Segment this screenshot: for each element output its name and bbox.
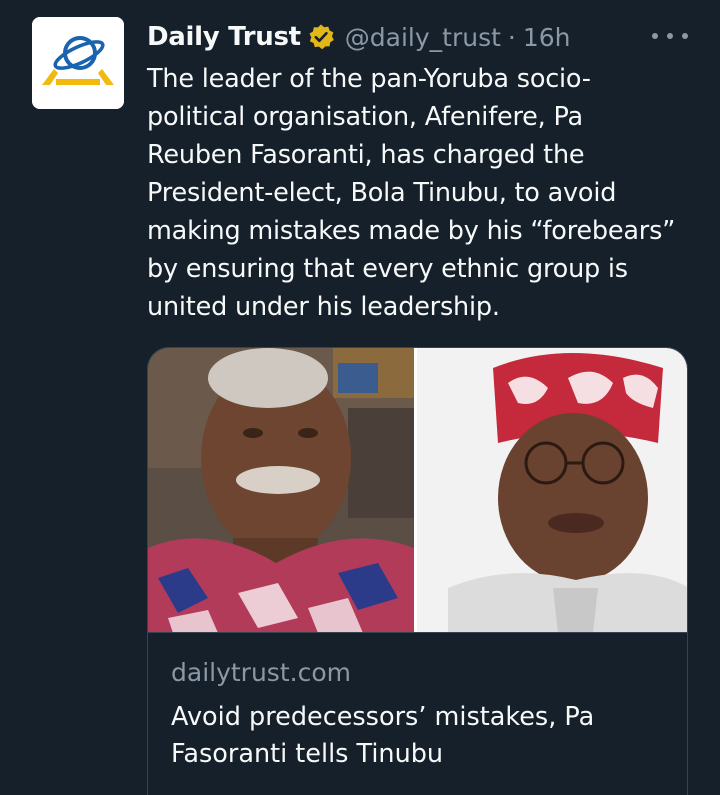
link-preview-image[interactable] (148, 348, 687, 633)
tweet-header: Daily Trust @daily_trust · 16h (147, 18, 571, 56)
more-dot (682, 33, 688, 39)
tweet-text-line: making mistakes made by his “forebears” (147, 216, 676, 246)
tweet-text-line: President-elect, Bola Tinubu, to avoid (147, 178, 617, 208)
right-portrait-photo (417, 348, 687, 632)
avatar[interactable] (32, 17, 124, 109)
daily-trust-logo-icon (32, 17, 124, 109)
timestamp[interactable]: 16h (523, 23, 571, 52)
gold-verified-badge-icon[interactable] (307, 23, 335, 51)
more-options-icon[interactable] (652, 22, 688, 50)
card-title[interactable]: Avoid predecessors’ mistakes, Pa Fasoran… (171, 699, 671, 773)
link-preview-card[interactable]: dailytrust.com Avoid predecessors’ mista… (147, 347, 688, 795)
tweet-text-line: Reuben Fasoranti, has charged the (147, 140, 585, 170)
card-domain[interactable]: dailytrust.com (171, 658, 351, 687)
tweet-text-line: The leader of the pan-Yoruba socio- (147, 64, 591, 94)
left-portrait-photo (148, 348, 414, 632)
tweet-text-line: political organisation, Afenifere, Pa (147, 102, 583, 132)
card-title-line: Avoid predecessors’ mistakes, Pa (171, 702, 595, 732)
tweet-text-line: united under his leadership. (147, 292, 500, 322)
more-dot (652, 33, 658, 39)
tweet-text-line: by ensuring that every ethnic group is (147, 254, 628, 284)
handle[interactable]: @daily_trust (345, 23, 501, 52)
tweet[interactable]: Daily Trust @daily_trust · 16h The leade… (0, 0, 720, 795)
more-dot (667, 33, 673, 39)
separator-dot: · (507, 22, 516, 52)
tweet-text: The leader of the pan-Yoruba socio- poli… (147, 60, 687, 326)
card-title-line: Fasoranti tells Tinubu (171, 739, 444, 769)
display-name[interactable]: Daily Trust (147, 22, 301, 52)
